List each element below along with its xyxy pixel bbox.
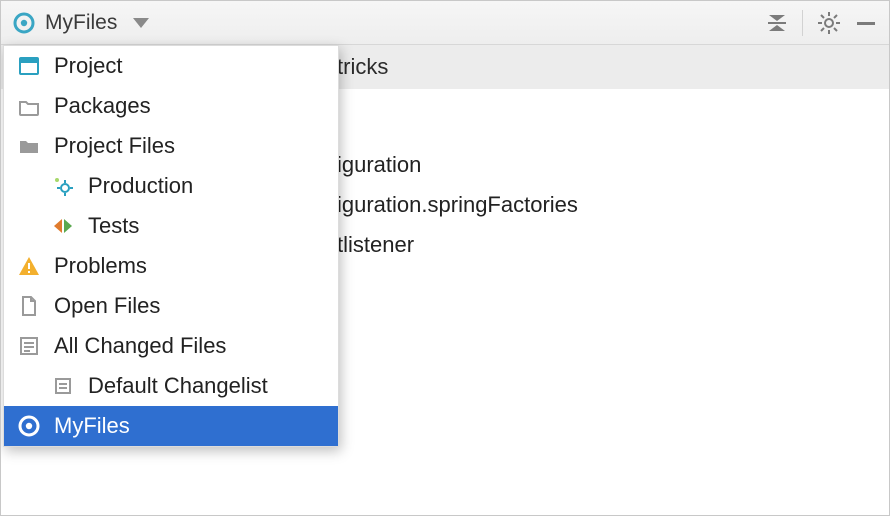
minimize-icon[interactable] — [855, 12, 877, 34]
tree-item[interactable]: iguration — [337, 145, 889, 185]
tool-window-toolbar: MyFiles — [1, 1, 889, 45]
scope-option[interactable]: Problems — [4, 246, 338, 286]
problems-icon — [16, 253, 42, 279]
scope-option[interactable]: Tests — [4, 206, 338, 246]
scope-option[interactable]: Default Changelist — [4, 366, 338, 406]
separator — [802, 10, 803, 36]
scope-option[interactable]: Open Files — [4, 286, 338, 326]
scope-label: MyFiles — [45, 11, 117, 35]
scope-option-label: Default Changelist — [88, 373, 268, 399]
folder-icon — [16, 133, 42, 159]
scope-option-label: Tests — [88, 213, 139, 239]
production-icon — [50, 173, 76, 199]
changelist-icon — [50, 373, 76, 399]
tests-icon — [50, 213, 76, 239]
tree-item[interactable]: iguration.springFactories — [337, 185, 889, 225]
tree-item[interactable]: tlistener — [337, 225, 889, 265]
target-icon — [13, 12, 35, 34]
changed-icon — [16, 333, 42, 359]
openfiles-icon — [16, 293, 42, 319]
scope-dropdown: Project Packages Project Files Production Te… — [3, 45, 339, 447]
scope-option-label: Problems — [54, 253, 147, 279]
gear-icon[interactable] — [817, 11, 841, 35]
scope-option-label: All Changed Files — [54, 333, 226, 359]
scope-option[interactable]: Production — [4, 166, 338, 206]
scope-option-label: Project Files — [54, 133, 175, 159]
project-icon — [16, 53, 42, 79]
scope-option-label: Open Files — [54, 293, 160, 319]
scope-option[interactable]: Project — [4, 46, 338, 86]
collapse-all-icon[interactable] — [766, 12, 788, 34]
chevron-down-icon — [133, 18, 149, 28]
scope-option[interactable]: All Changed Files — [4, 326, 338, 366]
scope-option[interactable]: Project Files — [4, 126, 338, 166]
scope-option-label: Packages — [54, 93, 151, 119]
scope-option[interactable]: MyFiles — [4, 406, 338, 446]
packages-icon — [16, 93, 42, 119]
scope-option-label: Production — [88, 173, 193, 199]
target-icon — [16, 413, 42, 439]
tree-root-label-partial: tricks — [337, 54, 388, 80]
scope-option-label: MyFiles — [54, 413, 130, 439]
scope-selector[interactable]: MyFiles — [13, 11, 756, 35]
scope-option-label: Project — [54, 53, 122, 79]
scope-option[interactable]: Packages — [4, 86, 338, 126]
